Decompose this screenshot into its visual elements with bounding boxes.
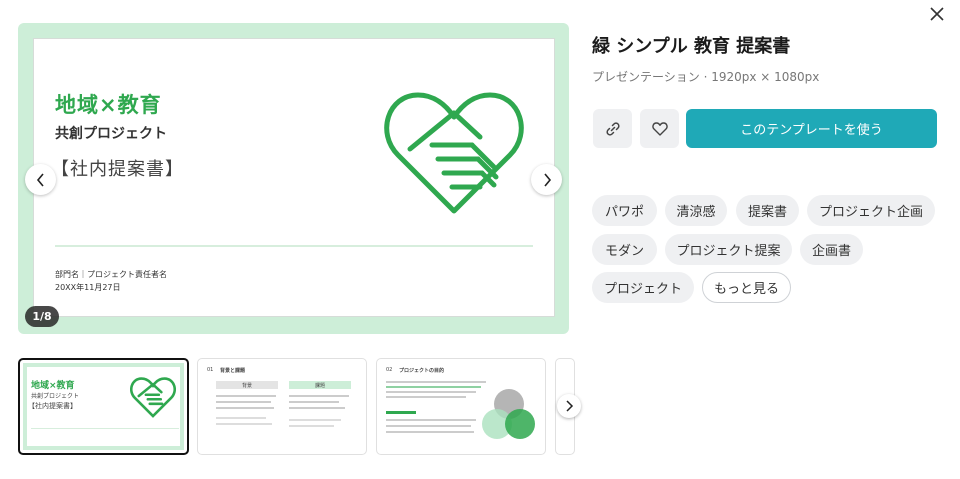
slide-department: 部門名｜プロジェクト責任者名	[55, 270, 167, 279]
slide-canvas: 地域×教育 共創プロジェクト 【社内提案書】 部門名｜プロジェクト責任者名 20…	[33, 38, 555, 317]
chevron-right-icon	[566, 400, 574, 412]
chevron-right-icon	[543, 172, 551, 187]
show-more-tags-button[interactable]: もっと見る	[702, 272, 791, 303]
thumbnail-col-left: 背景	[242, 383, 253, 389]
thumbnail-tag: 【社内提案書】	[28, 402, 77, 410]
thumbnails-next-button[interactable]	[557, 394, 581, 418]
tag-chip[interactable]: パワポ	[592, 195, 657, 226]
previous-slide-button[interactable]	[25, 164, 56, 195]
close-icon	[930, 7, 944, 21]
thumbnail-subtitle: 共創プロジェクト	[31, 393, 80, 400]
use-template-button[interactable]: このテンプレートを使う	[686, 109, 937, 148]
template-title: 緑 シンプル 教育 提案書	[592, 36, 791, 57]
tag-chip[interactable]: 提案書	[736, 195, 799, 226]
slide-tag: 【社内提案書】	[51, 159, 184, 180]
slide-divider	[55, 245, 533, 247]
tag-chip[interactable]: プロジェクト提案	[665, 234, 792, 265]
handshake-heart-icon	[130, 377, 176, 418]
close-button[interactable]	[926, 3, 948, 25]
thumbnail-col-right: 課題	[315, 383, 326, 389]
handshake-heart-icon	[384, 92, 524, 214]
slide-preview: 地域×教育 共創プロジェクト 【社内提案書】 部門名｜プロジェクト責任者名 20…	[18, 23, 569, 334]
slide-subtitle: 共創プロジェクト	[55, 126, 167, 142]
slide-title: 地域×教育	[55, 93, 162, 117]
tag-chip[interactable]: 企画書	[800, 234, 863, 265]
thumbnail-number: 02	[386, 367, 393, 373]
page-counter: 1/8	[25, 306, 59, 327]
heart-icon	[651, 121, 668, 136]
copy-link-button[interactable]	[593, 109, 632, 148]
tag-chip[interactable]: プロジェクト	[592, 272, 694, 303]
tag-chip[interactable]: モダン	[592, 234, 657, 265]
thumbnail-slide-1[interactable]: 地域×教育 共創プロジェクト 【社内提案書】	[18, 358, 189, 455]
thumbnail-slide-2[interactable]: 01 背景と課題 背景 課題	[197, 358, 367, 455]
slide-date: 20XX年11月27日	[55, 283, 121, 292]
thumbnail-number: 01	[207, 367, 214, 373]
tag-chip[interactable]: プロジェクト企画	[807, 195, 935, 226]
thumbnail-slide-3[interactable]: 02 プロジェクトの目的	[376, 358, 546, 455]
thumbnail-title: 地域×教育	[31, 381, 75, 391]
link-icon	[605, 121, 620, 136]
template-meta: プレゼンテーション · 1920px × 1080px	[592, 70, 820, 84]
tag-chip[interactable]: 清涼感	[665, 195, 727, 226]
thumbnail-heading: 背景と課題	[220, 368, 246, 374]
chevron-left-icon	[36, 172, 44, 187]
thumbnail-heading: プロジェクトの目的	[399, 368, 445, 374]
next-slide-button[interactable]	[531, 164, 562, 195]
favorite-button[interactable]	[640, 109, 679, 148]
